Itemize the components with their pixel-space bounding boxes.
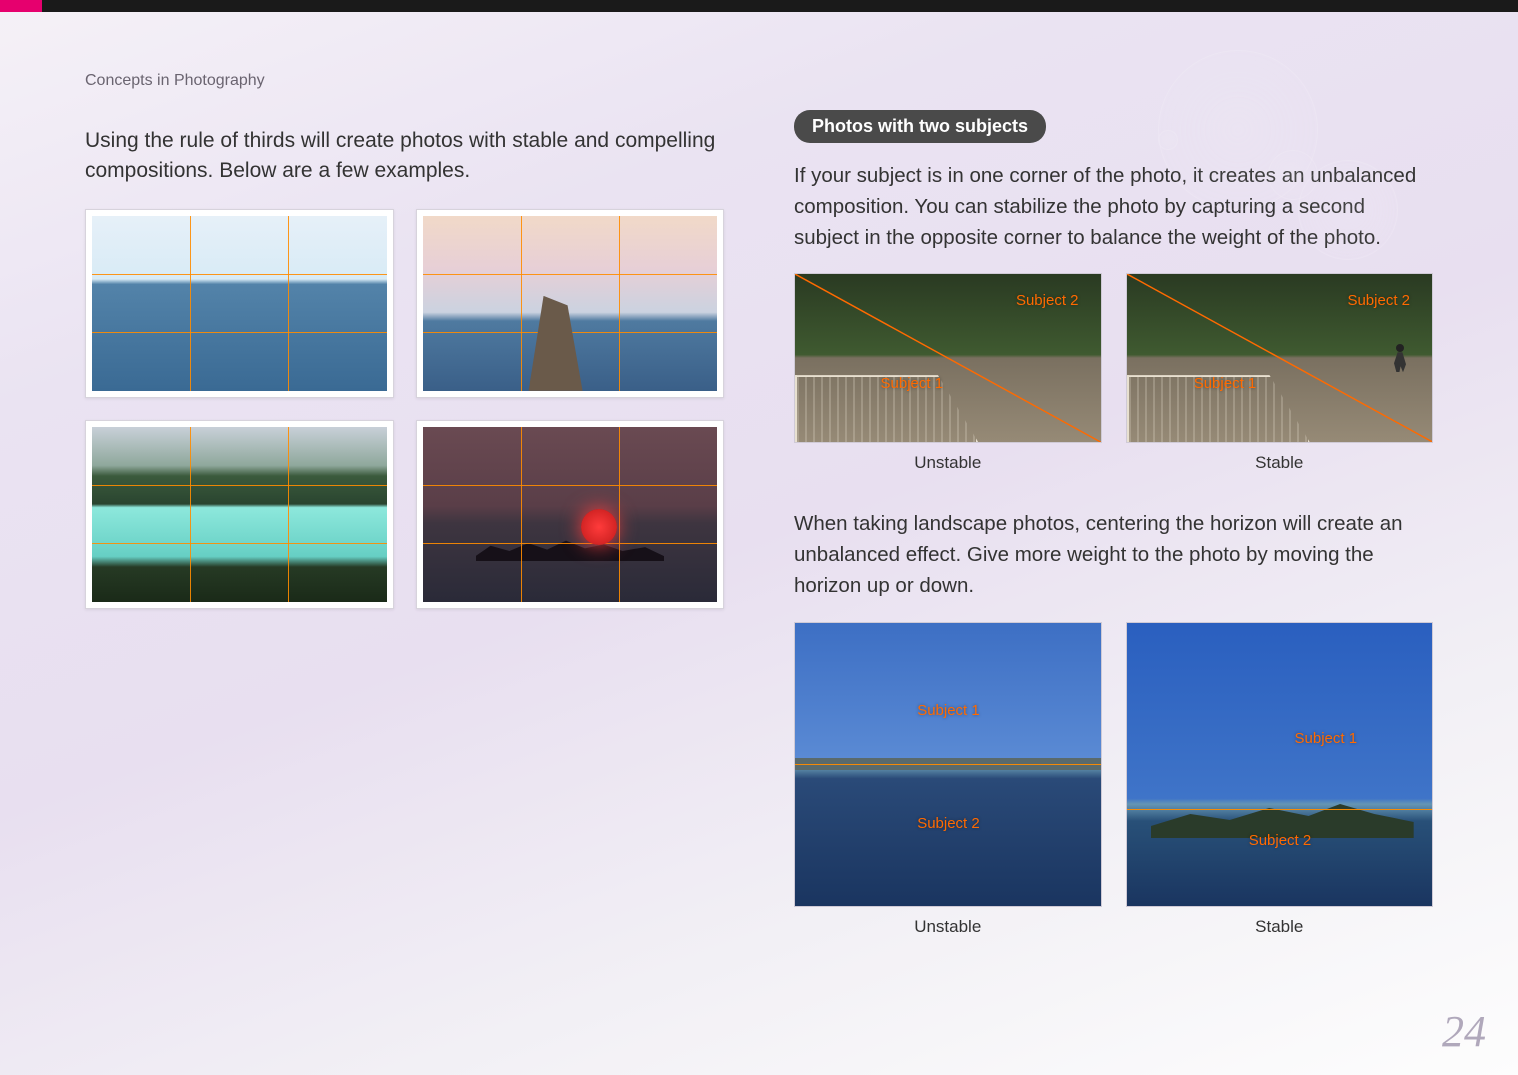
body-text-2: When taking landscape photos, centering … <box>794 509 1433 601</box>
figure-unstable-subjects: Subject 2 Subject 1 Unstable <box>794 273 1102 473</box>
right-column: Photos with two subjects If your subject… <box>794 72 1433 973</box>
example-thumb <box>416 420 725 609</box>
example-photo-lake <box>92 427 387 602</box>
caption-unstable: Unstable <box>794 907 1102 937</box>
subject-pair-1: Subject 2 Subject 1 Unstable Subject 2 S… <box>794 273 1433 473</box>
accent-strip <box>0 0 42 12</box>
photo-court-unstable: Subject 2 Subject 1 <box>794 273 1102 443</box>
example-thumb <box>416 209 725 398</box>
body-text-1: If your subject is in one corner of the … <box>794 161 1433 253</box>
figure-stable-subjects: Subject 2 Subject 1 Stable <box>1126 273 1434 473</box>
photo-sea-unstable: Subject 1 Subject 2 <box>794 622 1102 907</box>
example-photo-cliff <box>423 216 718 391</box>
left-column: Concepts in Photography Using the rule o… <box>85 72 724 973</box>
subject1-label: Subject 1 <box>1194 375 1257 392</box>
caption-stable: Stable <box>1126 907 1434 937</box>
subject1-label: Subject 1 <box>917 702 980 719</box>
subject2-label: Subject 2 <box>1249 832 1312 849</box>
example-thumb <box>85 420 394 609</box>
figure-unstable-horizon: Subject 1 Subject 2 Unstable <box>794 622 1102 937</box>
example-grid <box>85 209 724 609</box>
photo-court-stable: Subject 2 Subject 1 <box>1126 273 1434 443</box>
subject2-label: Subject 2 <box>917 815 980 832</box>
subject-pair-2: Subject 1 Subject 2 Unstable Subject 1 S… <box>794 622 1433 937</box>
example-photo-sunset <box>423 427 718 602</box>
subject1-label: Subject 1 <box>1295 730 1358 747</box>
photo-sea-stable: Subject 1 Subject 2 <box>1126 622 1434 907</box>
subject2-label: Subject 2 <box>1347 292 1410 309</box>
section-heading-pill: Photos with two subjects <box>794 110 1046 143</box>
example-thumb <box>85 209 394 398</box>
subject2-label: Subject 2 <box>1016 292 1079 309</box>
caption-stable: Stable <box>1126 443 1434 473</box>
figure-stable-horizon: Subject 1 Subject 2 Stable <box>1126 622 1434 937</box>
page-number: 24 <box>1442 1006 1486 1057</box>
intro-text: Using the rule of thirds will create pho… <box>85 126 724 187</box>
breadcrumb: Concepts in Photography <box>85 72 724 90</box>
example-photo-ocean <box>92 216 387 391</box>
caption-unstable: Unstable <box>794 443 1102 473</box>
top-bar <box>0 0 1518 12</box>
subject1-label: Subject 1 <box>881 375 944 392</box>
